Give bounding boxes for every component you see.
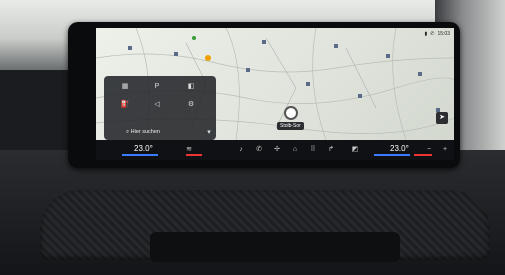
temperature-left[interactable]: 23.0° bbox=[134, 144, 153, 153]
phone-icon-dock[interactable]: ✆ bbox=[254, 145, 264, 155]
location-pin[interactable] bbox=[284, 106, 298, 120]
seat-heat-icon[interactable]: ≋ bbox=[184, 145, 194, 155]
search-label: Hier suchen bbox=[130, 129, 160, 135]
grid-icon[interactable]: ▦ bbox=[118, 82, 132, 92]
destination-label[interactable]: Stolb-Sor bbox=[277, 122, 304, 130]
temp-right-indicator bbox=[374, 154, 410, 156]
signal-icon: ▮ bbox=[424, 31, 428, 37]
seat-icon[interactable]: ◩ bbox=[350, 145, 360, 155]
search-row[interactable]: ⌕ Hier suchen bbox=[126, 128, 206, 137]
camera-icon[interactable]: ◧ bbox=[184, 82, 198, 92]
music-icon[interactable]: ♪ bbox=[236, 145, 246, 155]
chevron-down-icon[interactable]: ▾ bbox=[202, 128, 216, 138]
volume-icon[interactable]: ◁ bbox=[150, 100, 164, 110]
infotainment-screen: ▮ ✆ 15:03 Stolb-Sor ➤ ▦ P ◧ ⛽ ◁ ⚙ ⌕ Hier… bbox=[96, 28, 454, 160]
navigation-button[interactable]: ➤ bbox=[436, 112, 448, 124]
parking-icon[interactable]: P bbox=[150, 82, 164, 92]
air-vent bbox=[150, 232, 400, 262]
fuel-icon[interactable]: ⛽ bbox=[118, 100, 132, 110]
minus-icon[interactable]: − bbox=[424, 145, 434, 155]
temp-left-indicator bbox=[122, 154, 158, 156]
phone-icon: ✆ bbox=[430, 31, 435, 37]
quick-controls-panel: ▦ P ◧ ⛽ ◁ ⚙ ⌕ Hier suchen ▾ bbox=[104, 76, 216, 140]
bottom-dock: 23.0° ≋ ♪ ✆ ✢ ⌂ ⠿ ↱ ◩ 23.0° − + bbox=[96, 140, 454, 160]
fan-icon[interactable]: ✢ bbox=[272, 145, 282, 155]
status-bar: ▮ ✆ 15:03 bbox=[425, 31, 450, 37]
plus-icon[interactable]: + bbox=[440, 145, 450, 155]
temperature-right[interactable]: 23.0° bbox=[390, 144, 409, 153]
home-icon[interactable]: ⌂ bbox=[290, 145, 300, 155]
apps-icon[interactable]: ⠿ bbox=[308, 145, 318, 155]
navigation-icon[interactable]: ↱ bbox=[326, 145, 336, 155]
clock: 15:03 bbox=[437, 31, 450, 37]
search-icon: ⌕ bbox=[126, 129, 130, 135]
settings-icon[interactable]: ⚙ bbox=[184, 100, 198, 110]
